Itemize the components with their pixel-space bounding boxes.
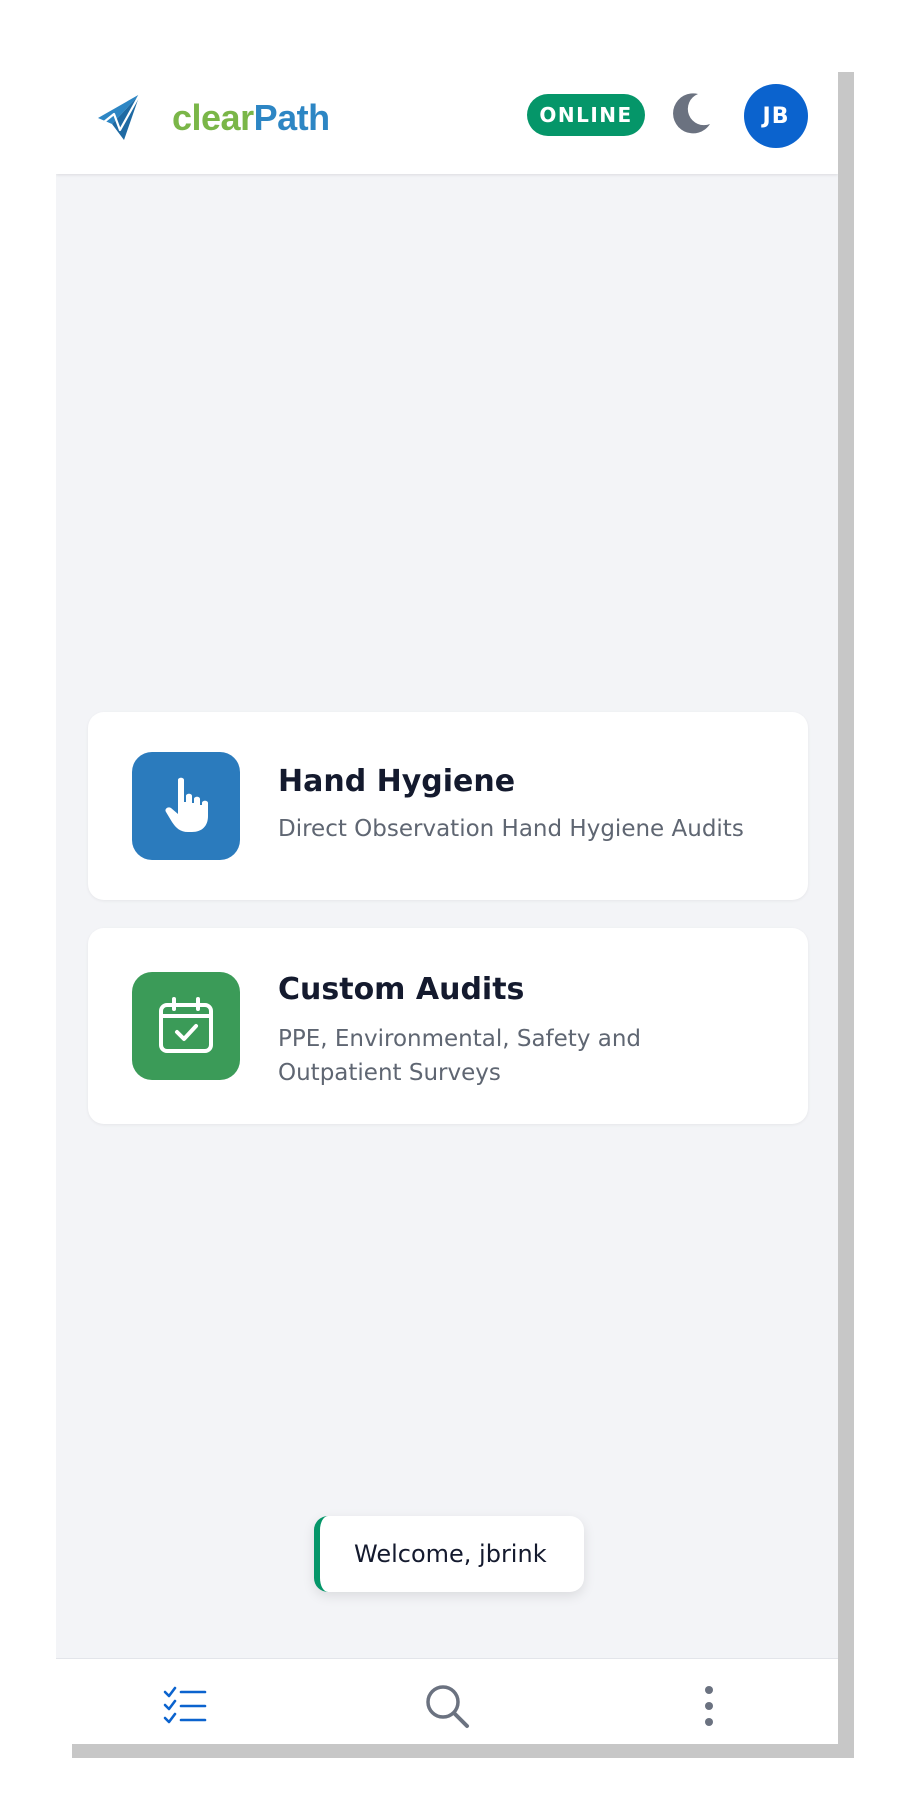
card-description: PPE, Environmental, Safety and Outpatien… — [278, 1026, 642, 1086]
nav-search-button[interactable] — [422, 1681, 472, 1731]
bottom-navigation — [56, 1658, 838, 1744]
module-card-custom-audits[interactable]: Custom Audits PPE, Environmental, Safety… — [88, 928, 808, 1124]
search-icon — [426, 1685, 469, 1728]
card-title: Custom Audits — [278, 972, 525, 1007]
more-vertical-icon — [705, 1686, 713, 1726]
card-description: Direct Observation Hand Hygiene Audits — [278, 816, 744, 842]
task-list-icon — [163, 1686, 207, 1724]
brand-clear: clear — [172, 97, 254, 138]
welcome-toast: Welcome, jbrink — [314, 1516, 584, 1592]
hand-pointer-icon — [132, 752, 240, 860]
nav-more-button[interactable] — [684, 1681, 734, 1731]
app-window: clearPath ONLINE JB Hand Hygiene Direct … — [56, 72, 838, 1744]
card-title: Hand Hygiene — [278, 764, 516, 799]
brand-logo-text: clearPath — [172, 94, 330, 142]
online-status-badge: ONLINE — [527, 94, 645, 136]
module-card-hand-hygiene[interactable]: Hand Hygiene Direct Observation Hand Hyg… — [88, 712, 808, 900]
moon-icon[interactable] — [668, 90, 714, 136]
paper-plane-logo-icon — [98, 93, 141, 140]
nav-tasks-button[interactable] — [160, 1681, 210, 1731]
brand-path: Path — [253, 97, 331, 138]
calendar-check-icon — [132, 972, 240, 1080]
top-header: clearPath ONLINE JB — [56, 72, 838, 174]
user-avatar[interactable]: JB — [744, 84, 808, 148]
